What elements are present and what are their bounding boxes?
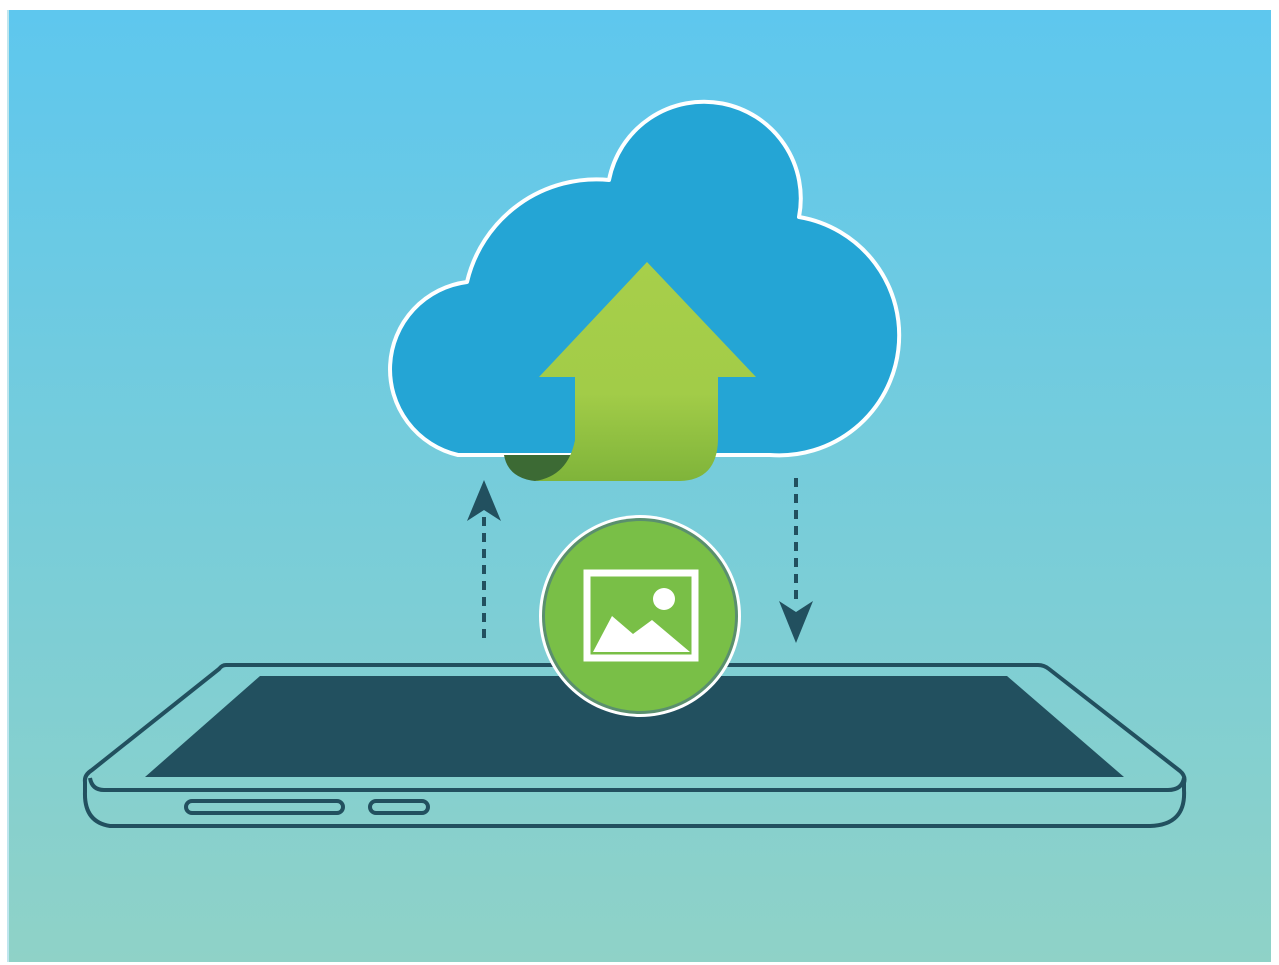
illustration-canvas: [7, 10, 1271, 962]
image-badge: [539, 515, 741, 717]
cloud-upload-illustration: [0, 0, 1279, 965]
image-badge-fill: [545, 521, 735, 711]
